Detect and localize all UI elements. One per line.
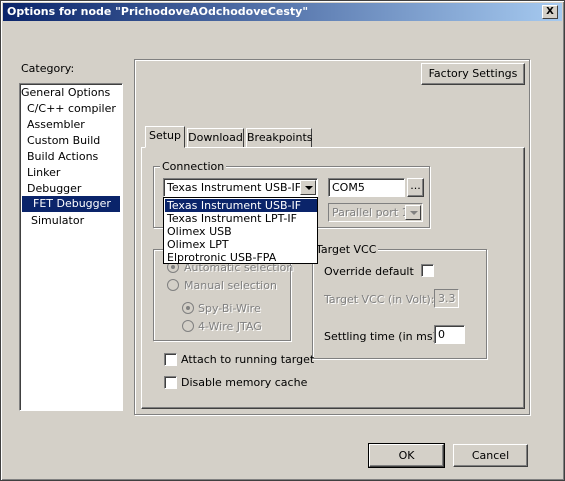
spy-bi-wire-radio[interactable] bbox=[182, 302, 194, 314]
port-input[interactable]: COM5 bbox=[328, 178, 405, 197]
parallel-port-combo[interactable]: Parallel port 1 bbox=[328, 203, 423, 222]
parallel-port-value: Parallel port 1 bbox=[332, 206, 409, 219]
ok-button[interactable]: OK bbox=[368, 443, 445, 468]
category-item-simulator[interactable]: Simulator bbox=[31, 213, 84, 229]
chevron-down-icon[interactable] bbox=[300, 180, 316, 195]
attach-running-target-checkbox[interactable] bbox=[164, 353, 177, 366]
chevron-down-icon[interactable] bbox=[405, 205, 421, 220]
dropdown-option-elprotronic-usb-fpa[interactable]: Elprotronic USB-FPA bbox=[165, 251, 317, 264]
factory-settings-button[interactable]: Factory Settings bbox=[421, 63, 525, 85]
window-title: Options for node "PrichodoveAOdchodoveCe… bbox=[7, 5, 309, 18]
override-default-checkbox[interactable] bbox=[421, 264, 434, 277]
connection-combo[interactable]: Texas Instrument USB-IF bbox=[163, 178, 318, 197]
close-icon[interactable]: X bbox=[542, 5, 558, 19]
title-bar[interactable]: Options for node "PrichodoveAOdchodoveCe… bbox=[3, 3, 562, 21]
four-wire-jtag-label: 4-Wire JTAG bbox=[198, 320, 262, 333]
target-vcc-input[interactable]: 3.3 bbox=[434, 289, 459, 308]
tab-breakpoints[interactable]: Breakpoints bbox=[246, 128, 313, 148]
target-vcc-label: Target VCC (in Volt): bbox=[324, 293, 435, 306]
settling-time-input[interactable]: 0 bbox=[434, 325, 465, 344]
category-item-c-compiler[interactable]: C/C++ compiler bbox=[27, 101, 116, 117]
spy-bi-wire-label: Spy-Bi-Wire bbox=[198, 302, 261, 315]
dropdown-option-olimex-usb[interactable]: Olimex USB bbox=[165, 225, 317, 238]
manual-selection-label: Manual selection bbox=[184, 279, 277, 292]
target-vcc-value: 3.3 bbox=[438, 292, 456, 305]
settling-time-value: 0 bbox=[438, 328, 445, 341]
category-item-custom-build[interactable]: Custom Build bbox=[27, 133, 100, 149]
category-item-linker[interactable]: Linker bbox=[27, 165, 60, 181]
connection-group-title: Connection bbox=[160, 160, 227, 173]
target-vcc-title: Target VCC bbox=[314, 243, 379, 256]
disable-memory-cache-label: Disable memory cache bbox=[181, 376, 308, 389]
connection-dropdown-list[interactable]: Texas Instrument USB-IF Texas Instrument… bbox=[163, 197, 318, 264]
category-item-assembler[interactable]: Assembler bbox=[27, 117, 85, 133]
disable-memory-cache-checkbox[interactable] bbox=[164, 376, 177, 389]
cancel-button[interactable]: Cancel bbox=[453, 444, 528, 467]
port-input-value: COM5 bbox=[332, 181, 365, 194]
category-item-debugger[interactable]: Debugger bbox=[27, 181, 81, 197]
options-dialog: Options for node "PrichodoveAOdchodoveCe… bbox=[0, 0, 565, 481]
category-item-build-actions[interactable]: Build Actions bbox=[27, 149, 98, 165]
tab-download[interactable]: Download bbox=[187, 128, 244, 148]
browse-button[interactable]: ... bbox=[407, 178, 424, 197]
four-wire-jtag-radio[interactable] bbox=[182, 320, 194, 332]
category-item-fet-debugger[interactable]: FET Debugger bbox=[22, 196, 120, 212]
category-item-general-options[interactable]: General Options bbox=[21, 85, 110, 101]
dropdown-option-ti-usb-if[interactable]: Texas Instrument USB-IF bbox=[165, 199, 317, 212]
override-default-label: Override default bbox=[324, 265, 414, 278]
dropdown-option-olimex-lpt[interactable]: Olimex LPT bbox=[165, 238, 317, 251]
category-list[interactable]: General Options C/C++ compiler Assembler… bbox=[19, 83, 123, 411]
manual-selection-radio[interactable] bbox=[167, 279, 179, 291]
dropdown-option-ti-lpt-if[interactable]: Texas Instrument LPT-IF bbox=[165, 212, 317, 225]
tab-setup[interactable]: Setup bbox=[145, 126, 185, 148]
attach-running-target-label: Attach to running target bbox=[181, 353, 315, 366]
connection-combo-value: Texas Instrument USB-IF bbox=[167, 181, 302, 194]
category-label: Category: bbox=[21, 62, 75, 75]
settling-time-label: Settling time (in ms): bbox=[324, 330, 441, 343]
